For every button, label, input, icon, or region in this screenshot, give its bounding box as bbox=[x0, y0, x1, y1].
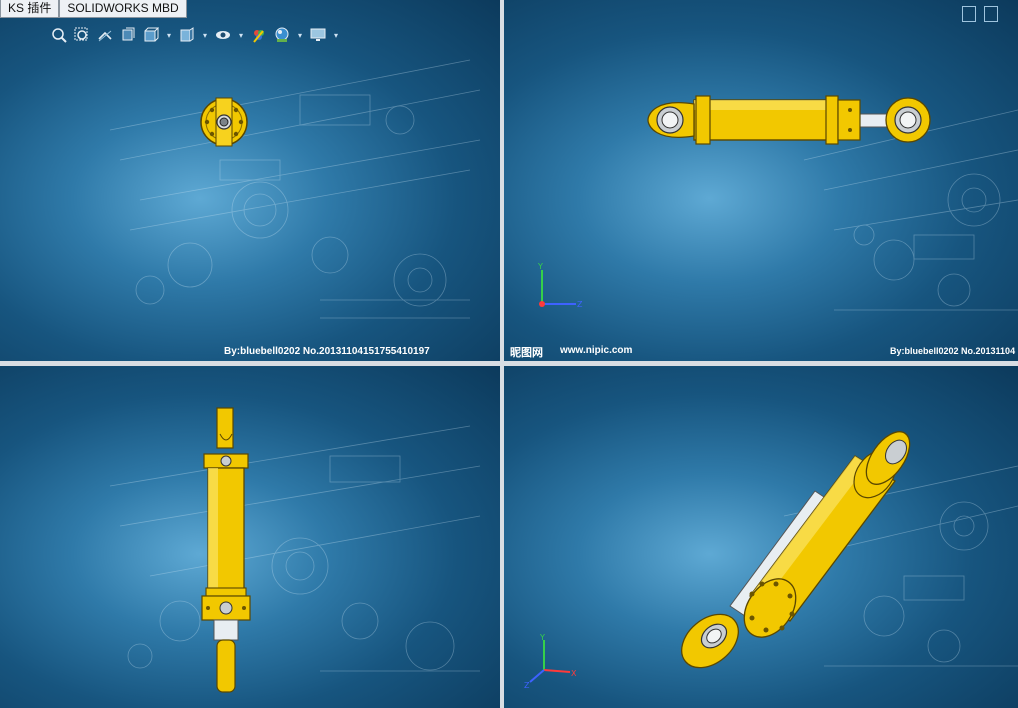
cylinder-top-view[interactable] bbox=[646, 94, 936, 146]
display-style-dropdown-icon[interactable]: ▾ bbox=[201, 31, 209, 40]
view-settings-icon[interactable] bbox=[309, 26, 327, 44]
apply-scene-icon[interactable] bbox=[273, 26, 291, 44]
display-style-icon[interactable] bbox=[178, 26, 196, 44]
top-viewport[interactable]: Y Z 昵图网 www.nipic.com By:bluebell0202 No… bbox=[504, 0, 1018, 361]
site-watermark-cn: 昵图网 bbox=[510, 347, 543, 359]
hide-show-dropdown-icon[interactable]: ▾ bbox=[237, 31, 245, 40]
background-sketch bbox=[109, 59, 481, 319]
triad-x-label: X bbox=[571, 669, 577, 678]
viewport-splitter-horizontal[interactable] bbox=[0, 361, 1018, 366]
previous-view-icon[interactable] bbox=[96, 26, 114, 44]
triad-z-label: Z bbox=[577, 300, 583, 309]
section-view-icon[interactable] bbox=[119, 26, 137, 44]
coordinate-triad-iso: Y X Z bbox=[524, 634, 577, 690]
zoom-to-area-icon[interactable] bbox=[73, 26, 91, 44]
right-viewport[interactable] bbox=[0, 366, 500, 708]
site-watermark-url: www.nipic.com bbox=[560, 345, 633, 356]
author-watermark-right: By:bluebell0202 No.20131104 bbox=[890, 346, 1016, 356]
heads-up-view-toolbar: ▾ ▾ ▾ ▾ ▾ bbox=[50, 24, 340, 46]
edit-appearance-icon[interactable] bbox=[250, 26, 268, 44]
triad-z-label: Z bbox=[524, 681, 530, 690]
coordinate-triad: Y Z bbox=[537, 262, 583, 309]
tab-ks-addins[interactable]: KS 插件 bbox=[0, 0, 60, 18]
triad-y-label: Y bbox=[537, 262, 543, 271]
view-orientation-dropdown-icon[interactable]: ▾ bbox=[165, 31, 173, 40]
cylinder-right-view[interactable] bbox=[198, 404, 254, 696]
triad-y-label: Y bbox=[539, 634, 545, 642]
maximize-viewport-icon[interactable] bbox=[984, 6, 998, 22]
isometric-viewport[interactable]: Y X Z bbox=[504, 366, 1018, 708]
apply-scene-dropdown-icon[interactable]: ▾ bbox=[296, 31, 304, 40]
zoom-to-fit-icon[interactable] bbox=[50, 26, 68, 44]
cylinder-isometric-view[interactable] bbox=[670, 416, 920, 676]
front-viewport[interactable]: KS 插件 SOLIDWORKS MBD ▾ ▾ ▾ ▾ ▾ By:bluebe… bbox=[0, 0, 500, 361]
viewport-splitter-vertical[interactable] bbox=[500, 0, 504, 708]
hide-show-items-icon[interactable] bbox=[214, 26, 232, 44]
link-views-icon[interactable] bbox=[962, 6, 976, 22]
view-settings-dropdown-icon[interactable]: ▾ bbox=[332, 31, 340, 40]
command-manager-tabs: KS 插件 SOLIDWORKS MBD bbox=[0, 0, 187, 18]
view-orientation-icon[interactable] bbox=[142, 26, 160, 44]
author-watermark: By:bluebell0202 No.20131104151755410197 bbox=[224, 346, 430, 357]
tab-solidworks-mbd[interactable]: SOLIDWORKS MBD bbox=[59, 0, 187, 18]
viewport-buttons bbox=[962, 6, 998, 22]
cylinder-front-view[interactable] bbox=[198, 96, 250, 148]
